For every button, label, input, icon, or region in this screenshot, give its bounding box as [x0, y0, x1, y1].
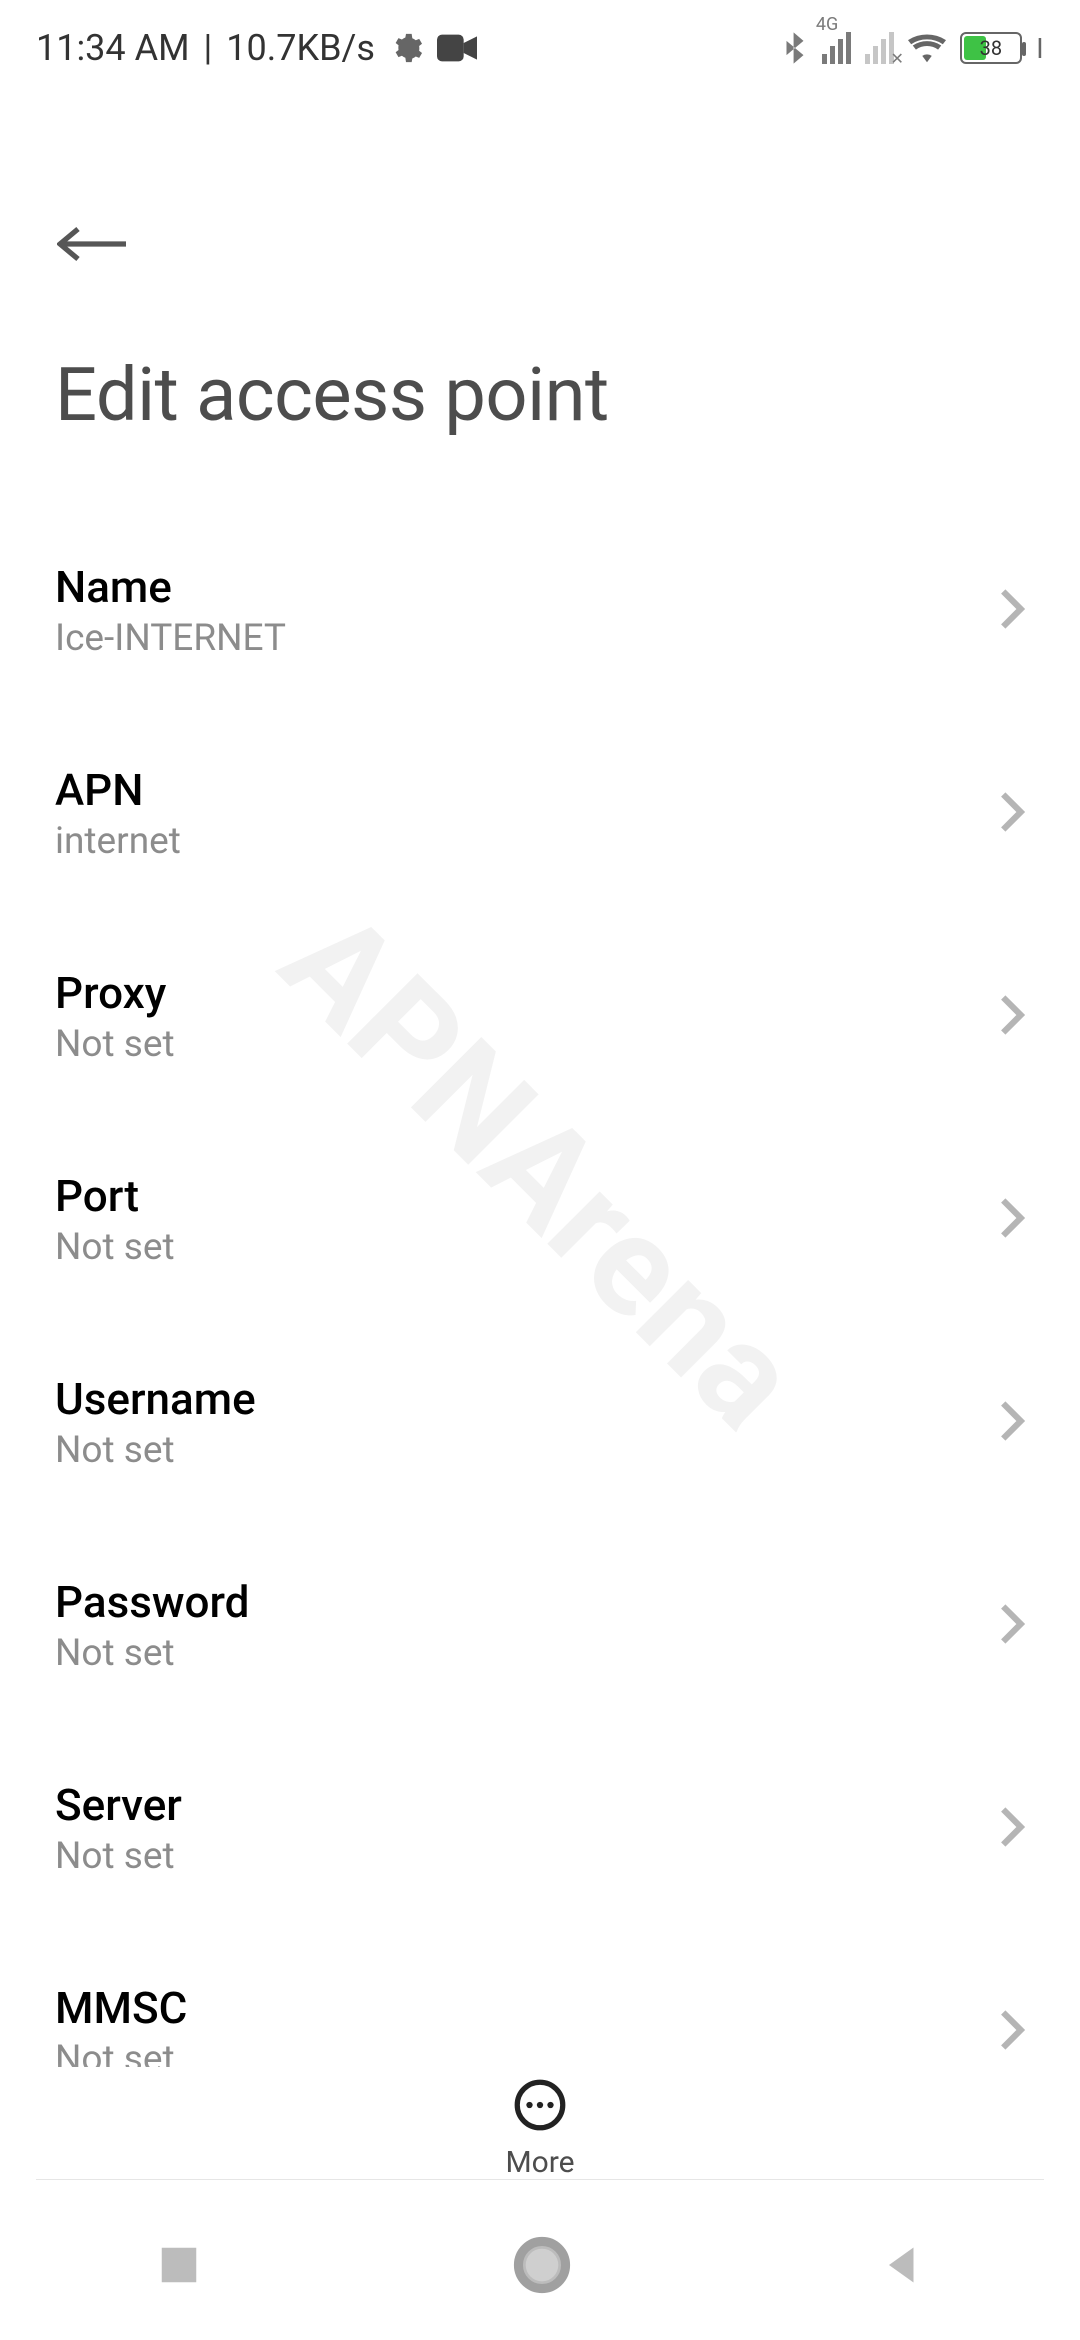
item-value: internet [55, 820, 181, 863]
status-bar-right: 4G ✕ 38 𐰾 [782, 29, 1044, 67]
signal-sim2-icon: ✕ [865, 32, 894, 64]
list-item-server[interactable]: Server Not set [0, 1727, 1080, 1930]
status-data-rate: 10.7KB/s [226, 27, 375, 69]
back-arrow-icon [57, 220, 129, 268]
wifi-icon [908, 33, 946, 63]
chevron-right-icon [999, 1806, 1025, 1852]
chevron-right-icon [999, 1400, 1025, 1446]
list-item-port[interactable]: Port Not set [0, 1118, 1080, 1321]
page-title: Edit access point [55, 352, 1025, 439]
status-separator: | [204, 27, 213, 69]
item-value: Not set [55, 1632, 249, 1675]
more-label: More [505, 2145, 574, 2180]
item-label: Proxy [55, 967, 175, 1019]
more-button[interactable]: More [0, 2067, 1080, 2180]
more-icon [512, 2077, 568, 2137]
chevron-right-icon [999, 791, 1025, 837]
item-value: Ice-INTERNET [55, 617, 286, 660]
battery-icon: 38 [960, 32, 1022, 64]
nav-back-button[interactable] [882, 2244, 924, 2286]
signal-4g-label: 4G [816, 14, 838, 35]
item-label: Username [55, 1373, 256, 1425]
battery-percent: 38 [962, 34, 1020, 62]
list-item-name[interactable]: Name Ice-INTERNET [0, 509, 1080, 712]
item-label: Server [55, 1779, 182, 1831]
chevron-right-icon [999, 1603, 1025, 1649]
bottom-separator [36, 2179, 1044, 2180]
signal-sim1-icon: 4G [822, 32, 851, 64]
gear-icon [389, 31, 423, 65]
nav-home-button[interactable] [513, 2236, 571, 2294]
nav-recent-button[interactable] [156, 2242, 202, 2288]
list-item-apn[interactable]: APN internet [0, 712, 1080, 915]
system-nav-bar [0, 2190, 1080, 2340]
list-item-proxy[interactable]: Proxy Not set [0, 915, 1080, 1118]
list-item-username[interactable]: Username Not set [0, 1321, 1080, 1524]
item-label: Password [55, 1576, 249, 1628]
chevron-right-icon [999, 1197, 1025, 1243]
charging-icon: 𐰾 [1036, 29, 1044, 67]
item-value: Not set [55, 1226, 175, 1269]
chevron-right-icon [999, 2009, 1025, 2055]
status-time: 11:34 AM [36, 27, 190, 69]
item-label: APN [55, 764, 181, 816]
bluetooth-icon [782, 31, 808, 65]
item-value: Not set [55, 1023, 175, 1066]
item-label: Port [55, 1170, 175, 1222]
list-item-password[interactable]: Password Not set [0, 1524, 1080, 1727]
chevron-right-icon [999, 588, 1025, 634]
chevron-right-icon [999, 994, 1025, 1040]
item-value: Not set [55, 1429, 256, 1472]
video-camera-icon [437, 34, 477, 62]
item-value: Not set [55, 1835, 182, 1878]
status-bar-left: 11:34 AM | 10.7KB/s [36, 27, 477, 69]
item-label: MMSC [55, 1982, 187, 2034]
item-label: Name [55, 561, 286, 613]
status-bar: 11:34 AM | 10.7KB/s 4G ✕ 38 𐰾 [0, 0, 1080, 96]
back-button[interactable] [55, 206, 131, 282]
